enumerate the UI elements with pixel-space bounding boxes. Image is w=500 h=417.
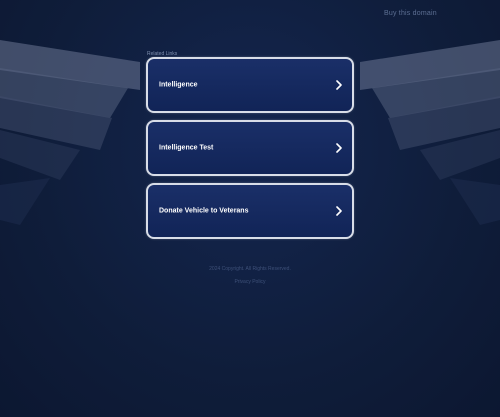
chevron-right-icon (336, 80, 342, 90)
chevron-right-icon (336, 143, 342, 153)
chevron-right-icon (336, 206, 342, 216)
link-label: Intelligence Test (159, 144, 214, 152)
parked-domain-page: Buy this domain Related Links Intelligen… (0, 0, 500, 417)
link-intelligence-test[interactable]: Intelligence Test (146, 120, 354, 176)
buy-domain-link[interactable]: Buy this domain (384, 10, 437, 17)
link-label: Intelligence (159, 81, 198, 89)
copyright-text: 2024 Copyright. All Rights Reserved. (209, 266, 291, 272)
link-donate-vehicle-to-veterans[interactable]: Donate Vehicle to Veterans (146, 183, 354, 239)
privacy-policy-link[interactable]: Privacy Policy (0, 279, 500, 285)
link-intelligence[interactable]: Intelligence (146, 57, 354, 113)
link-label: Donate Vehicle to Veterans (159, 207, 249, 215)
related-links-list: Intelligence Intelligence Test Donate Ve… (146, 57, 354, 246)
